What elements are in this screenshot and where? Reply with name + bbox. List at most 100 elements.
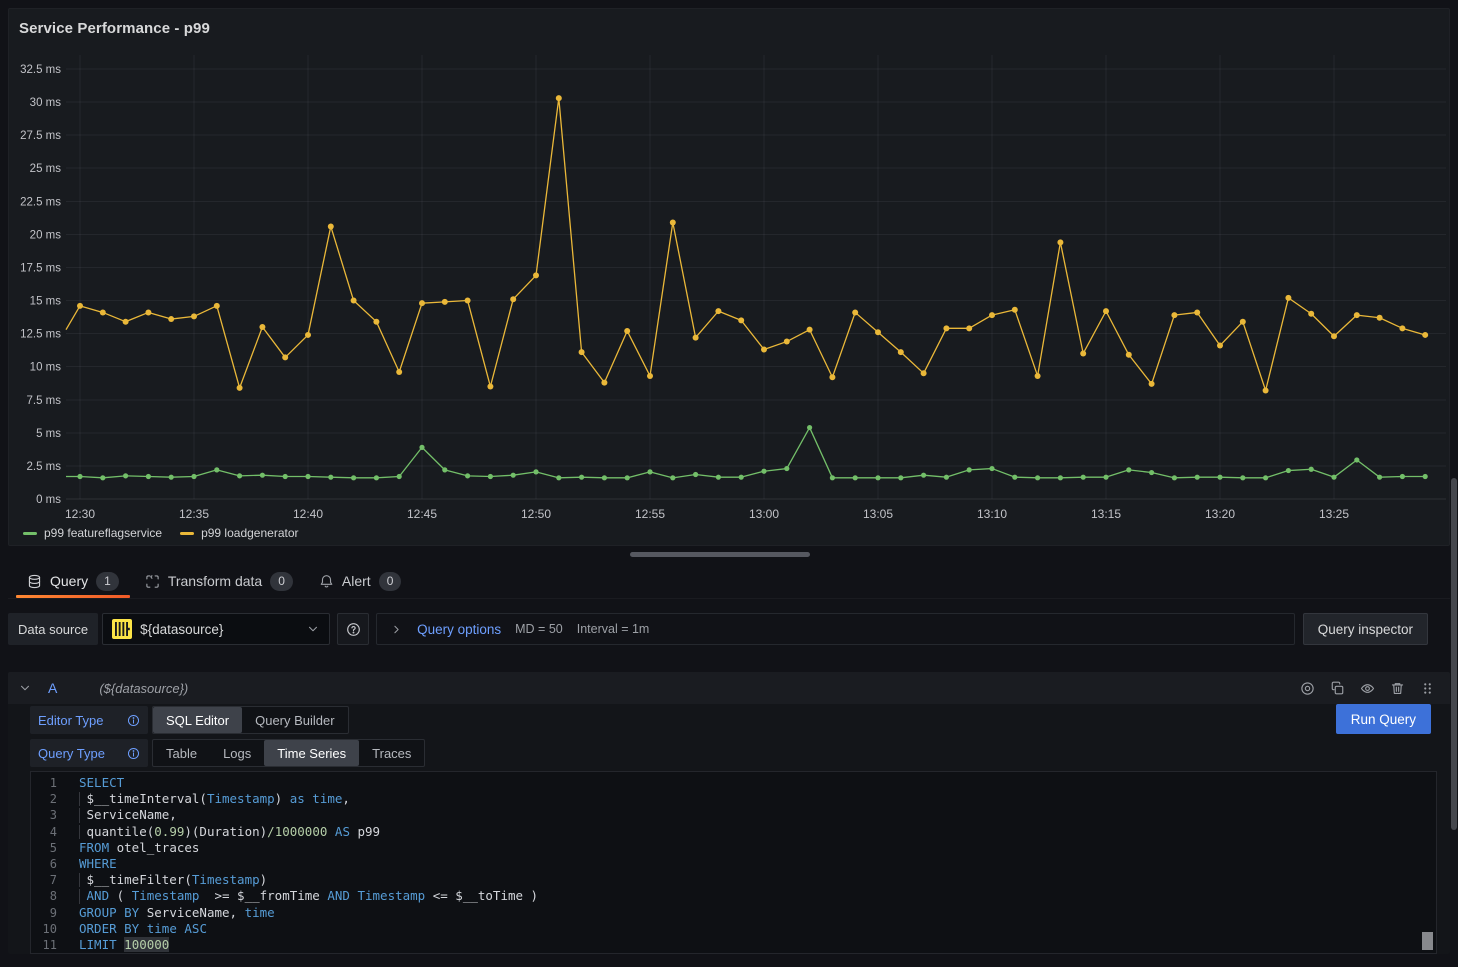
code-line[interactable]: 6 WHERE — [31, 856, 1436, 872]
svg-text:27.5 ms: 27.5 ms — [20, 130, 61, 142]
line-number: 7 — [31, 872, 57, 888]
collapse-query-button[interactable] — [18, 681, 32, 695]
query-datasource-hint: (${datasource}) — [99, 681, 188, 696]
line-number: 4 — [31, 824, 57, 840]
legend-item[interactable]: p99 featureflagservice — [23, 526, 162, 540]
clickhouse-datasource-icon — [112, 619, 132, 639]
copy-icon — [1330, 681, 1345, 696]
timeseries-panel: Service Performance - p99 12:3012:3512:4… — [8, 8, 1450, 546]
line-number: 6 — [31, 856, 57, 872]
svg-text:13:00: 13:00 — [749, 507, 779, 521]
query-action-trash-button[interactable] — [1384, 676, 1410, 700]
run-query-button[interactable]: Run Query — [1336, 704, 1431, 734]
chevron-down-icon — [18, 681, 32, 695]
page-scrollbar-thumb[interactable] — [1451, 478, 1457, 830]
query-inspector-button[interactable]: Query inspector — [1303, 613, 1428, 645]
tab-query[interactable]: Query1 — [14, 564, 132, 598]
svg-text:10 ms: 10 ms — [30, 362, 62, 374]
query-type-label-text: Query Type — [38, 746, 105, 761]
code-text: ServiceName, — [79, 807, 177, 823]
tab-bar: Query1Transform data0Alert0 — [8, 564, 1450, 599]
chevron-down-icon — [306, 622, 320, 636]
code-line[interactable]: 8 AND ( Timestamp >= $__fromTime AND Tim… — [31, 888, 1436, 904]
timeseries-plot[interactable]: 12:3012:3512:4012:4512:5012:5513:0013:05… — [9, 9, 1451, 525]
svg-text:12:30: 12:30 — [65, 507, 95, 521]
query-options-label: Query options — [417, 622, 501, 637]
svg-text:12:50: 12:50 — [521, 507, 551, 521]
tab-alert[interactable]: Alert0 — [306, 564, 414, 598]
editor-type-label: Editor Type — [30, 706, 148, 734]
code-line[interactable]: 10ORDER BY time ASC — [31, 921, 1436, 937]
svg-text:17.5 ms: 17.5 ms — [20, 262, 61, 274]
svg-text:0 ms: 0 ms — [36, 494, 61, 506]
code-line[interactable]: 4 quantile(0.99)(Duration)/1000000 AS p9… — [31, 824, 1436, 840]
line-number: 2 — [31, 791, 57, 807]
legend-item[interactable]: p99 loadgenerator — [180, 526, 298, 540]
tab-count-badge: 1 — [96, 572, 119, 591]
query-editor-card: A (${datasource}) Editor Type SQL Editor… — [8, 672, 1450, 954]
transform-icon — [145, 574, 160, 589]
query-row-header: A (${datasource}) — [8, 672, 1450, 704]
sql-code: 1SELECT2 $__timeInterval(Timestamp) as t… — [31, 775, 1436, 953]
svg-text:5 ms: 5 ms — [36, 428, 61, 440]
code-line[interactable]: 1SELECT — [31, 775, 1436, 791]
query-type-label: Query Type — [30, 739, 148, 767]
horizontal-scrollbar-thumb[interactable] — [630, 552, 810, 557]
svg-text:12:40: 12:40 — [293, 507, 323, 521]
code-line[interactable]: 2 $__timeInterval(Timestamp) as time, — [31, 791, 1436, 807]
query-type-time-series[interactable]: Time Series — [264, 740, 359, 766]
code-line[interactable]: 3 ServiceName, — [31, 807, 1436, 823]
line-number: 5 — [31, 840, 57, 856]
query-row-actions — [1294, 676, 1440, 700]
code-line[interactable]: 5 FROM otel_traces — [31, 840, 1436, 856]
code-text: LIMIT 100000 — [79, 937, 169, 953]
editor-type-group: SQL EditorQuery Builder — [152, 706, 349, 734]
svg-text:12:45: 12:45 — [407, 507, 437, 521]
svg-text:2.5 ms: 2.5 ms — [26, 461, 61, 473]
svg-text:12:55: 12:55 — [635, 507, 665, 521]
info-circle-icon[interactable] — [127, 747, 140, 760]
tab-transform-data[interactable]: Transform data0 — [132, 564, 306, 598]
query-type-traces[interactable]: Traces — [359, 740, 424, 766]
editor-type-sql-editor[interactable]: SQL Editor — [153, 707, 242, 733]
svg-text:30 ms: 30 ms — [30, 97, 62, 109]
sql-editor[interactable]: 1SELECT2 $__timeInterval(Timestamp) as t… — [30, 771, 1437, 954]
query-type-table[interactable]: Table — [153, 740, 210, 766]
tab-count-badge: 0 — [379, 572, 402, 591]
datasource-value: ${datasource} — [140, 622, 298, 637]
svg-text:13:15: 13:15 — [1091, 507, 1121, 521]
datasource-picker[interactable]: ${datasource} — [102, 613, 330, 645]
code-text: WHERE — [79, 856, 117, 872]
info-circle-icon[interactable] — [127, 714, 140, 727]
legend-series-color — [180, 532, 194, 535]
query-action-eye-button[interactable] — [1354, 676, 1380, 700]
query-action-drag-handle-button[interactable] — [1414, 676, 1440, 700]
svg-text:25 ms: 25 ms — [30, 163, 62, 175]
code-text: $__timeInterval(Timestamp) as time, — [79, 791, 350, 807]
query-ref-id: A — [48, 680, 57, 696]
query-action-record-circle-button[interactable] — [1294, 676, 1320, 700]
svg-text:7.5 ms: 7.5 ms — [26, 395, 61, 407]
code-line[interactable]: 11 LIMIT 100000 — [31, 937, 1436, 953]
svg-text:13:25: 13:25 — [1319, 507, 1349, 521]
editor-type-label-text: Editor Type — [38, 713, 104, 728]
editor-overview-handle — [1422, 932, 1433, 950]
code-text: FROM otel_traces — [79, 840, 199, 856]
code-text: $__timeFilter(Timestamp) — [79, 872, 267, 888]
code-text: SELECT — [79, 775, 124, 791]
svg-text:20 ms: 20 ms — [30, 229, 62, 241]
editor-type-query-builder[interactable]: Query Builder — [242, 707, 347, 733]
line-number: 11 — [31, 937, 57, 953]
svg-text:13:05: 13:05 — [863, 507, 893, 521]
query-options-bar[interactable]: Query options MD = 50 Interval = 1m — [376, 613, 1295, 645]
trash-icon — [1390, 681, 1405, 696]
query-type-logs[interactable]: Logs — [210, 740, 264, 766]
code-line[interactable]: 7 $__timeFilter(Timestamp) — [31, 872, 1436, 888]
legend: p99 featureflagservice p99 loadgenerator — [23, 526, 299, 540]
editor-type-row: Editor Type SQL EditorQuery Builder — [30, 706, 349, 734]
query-action-copy-button[interactable] — [1324, 676, 1350, 700]
code-line[interactable]: 9GROUP BY ServiceName, time — [31, 905, 1436, 921]
svg-text:22.5 ms: 22.5 ms — [20, 196, 61, 208]
tab-count-badge: 0 — [270, 572, 293, 591]
datasource-help-button[interactable] — [337, 613, 369, 645]
